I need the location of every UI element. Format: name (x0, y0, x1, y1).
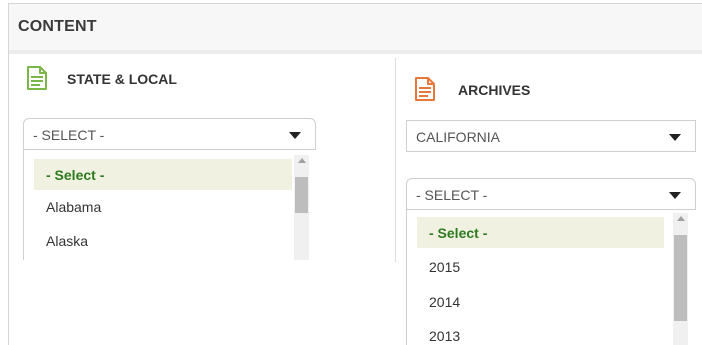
column-divider (395, 58, 396, 262)
archives-document-icon (415, 77, 435, 101)
state-local-title: STATE & LOCAL (67, 71, 177, 87)
list-item[interactable]: - Select - (417, 217, 664, 248)
list-item[interactable]: 2013 (417, 320, 664, 345)
page-title: CONTENT (18, 18, 97, 35)
state-select[interactable]: - SELECT - (23, 118, 316, 150)
list-item[interactable]: 2015 (417, 251, 664, 282)
content-header: CONTENT (9, 4, 702, 54)
state-scrollbar[interactable] (294, 155, 309, 260)
list-item[interactable]: Alaska (34, 225, 292, 256)
year-scrollbar-thumb[interactable] (674, 235, 687, 321)
state-scrollbar-thumb[interactable] (295, 177, 308, 213)
scroll-up-icon[interactable] (298, 158, 306, 163)
list-item[interactable]: 2014 (417, 286, 664, 317)
year-scrollbar[interactable] (673, 213, 688, 345)
region-select-value: CALIFORNIA (416, 129, 501, 145)
year-select-value: - SELECT - (416, 187, 488, 203)
region-select[interactable]: CALIFORNIA (406, 120, 696, 152)
state-select-value: - SELECT - (33, 127, 105, 143)
year-dropdown-list[interactable]: - Select - 2015 2014 2013 (406, 210, 696, 345)
chevron-down-icon[interactable] (669, 134, 681, 141)
chevron-down-icon[interactable] (289, 132, 301, 139)
year-select[interactable]: - SELECT - (406, 178, 696, 210)
chevron-down-icon[interactable] (669, 192, 681, 199)
list-item[interactable]: - Select - (34, 159, 292, 190)
archives-title: ARCHIVES (458, 82, 531, 98)
list-item[interactable]: Alabama (34, 191, 292, 222)
content-panel: CONTENT STATE & LOCAL - SELECT - - Selec… (8, 3, 702, 345)
state-local-document-icon (27, 66, 47, 90)
state-dropdown-list[interactable]: - Select - Alabama Alaska (23, 150, 316, 260)
scroll-up-icon[interactable] (677, 216, 685, 221)
